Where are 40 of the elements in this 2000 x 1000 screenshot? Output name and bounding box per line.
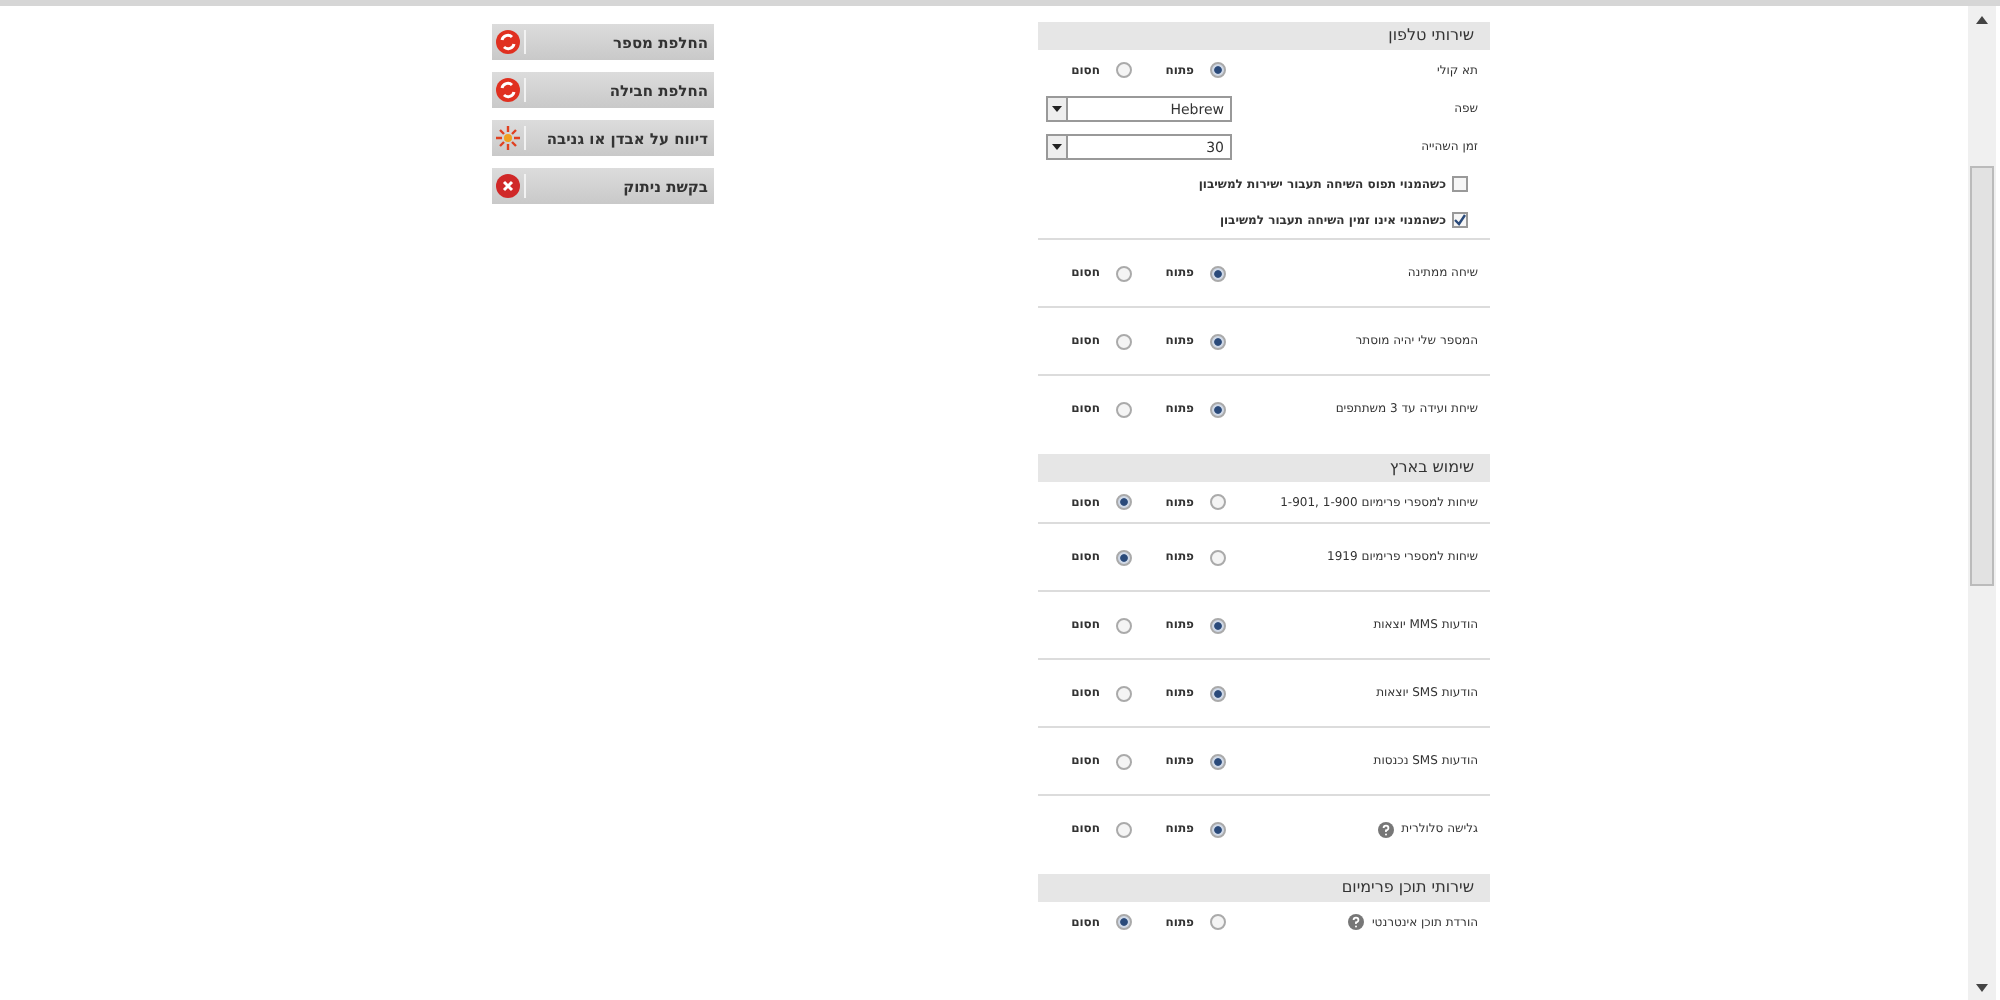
scrollbar-thumb[interactable] (1970, 166, 1994, 586)
radio-button[interactable] (1210, 685, 1226, 701)
radio-button[interactable] (1116, 62, 1132, 78)
sun-icon (496, 126, 520, 150)
radio-button[interactable] (1116, 549, 1132, 565)
radio-button[interactable] (1116, 265, 1132, 281)
close-icon (496, 174, 520, 198)
scroll-down-icon[interactable] (1976, 984, 1988, 992)
check-icon (1454, 214, 1466, 226)
radio-button[interactable] (1116, 753, 1132, 769)
refresh-icon (496, 30, 520, 54)
refresh-icon (496, 78, 520, 102)
radio-button[interactable] (1116, 333, 1132, 349)
radio-button[interactable] (1210, 821, 1226, 837)
help-icon[interactable] (1347, 914, 1364, 930)
radio-button[interactable] (1210, 617, 1226, 633)
radio-button[interactable] (1210, 265, 1226, 281)
help-icon[interactable] (1377, 821, 1394, 837)
radio-button[interactable] (1116, 494, 1132, 510)
checkbox[interactable] (1452, 176, 1468, 192)
radio-button[interactable] (1210, 549, 1226, 565)
section-header: שירותי תוכן פרימיום (1038, 874, 1490, 902)
radio-button[interactable] (1116, 617, 1132, 633)
scroll-up-icon[interactable] (1976, 16, 1988, 24)
radio-button[interactable] (1210, 401, 1226, 417)
caret-icon (1052, 106, 1062, 112)
radio-button[interactable] (1116, 685, 1132, 701)
radio-button[interactable] (1116, 401, 1132, 417)
radio-button[interactable] (1116, 821, 1132, 837)
radio-button[interactable] (1210, 914, 1226, 930)
section-header: שימוש בארץ (1038, 454, 1490, 482)
radio-button[interactable] (1210, 494, 1226, 510)
radio-button[interactable] (1210, 62, 1226, 78)
radio-button[interactable] (1116, 914, 1132, 930)
caret-icon (1052, 144, 1062, 150)
checkbox[interactable] (1452, 212, 1468, 228)
radio-button[interactable] (1210, 753, 1226, 769)
section-header: שירותי טלפון (1038, 22, 1490, 50)
radio-button[interactable] (1210, 333, 1226, 349)
scrollbar[interactable] (1968, 6, 1996, 1000)
